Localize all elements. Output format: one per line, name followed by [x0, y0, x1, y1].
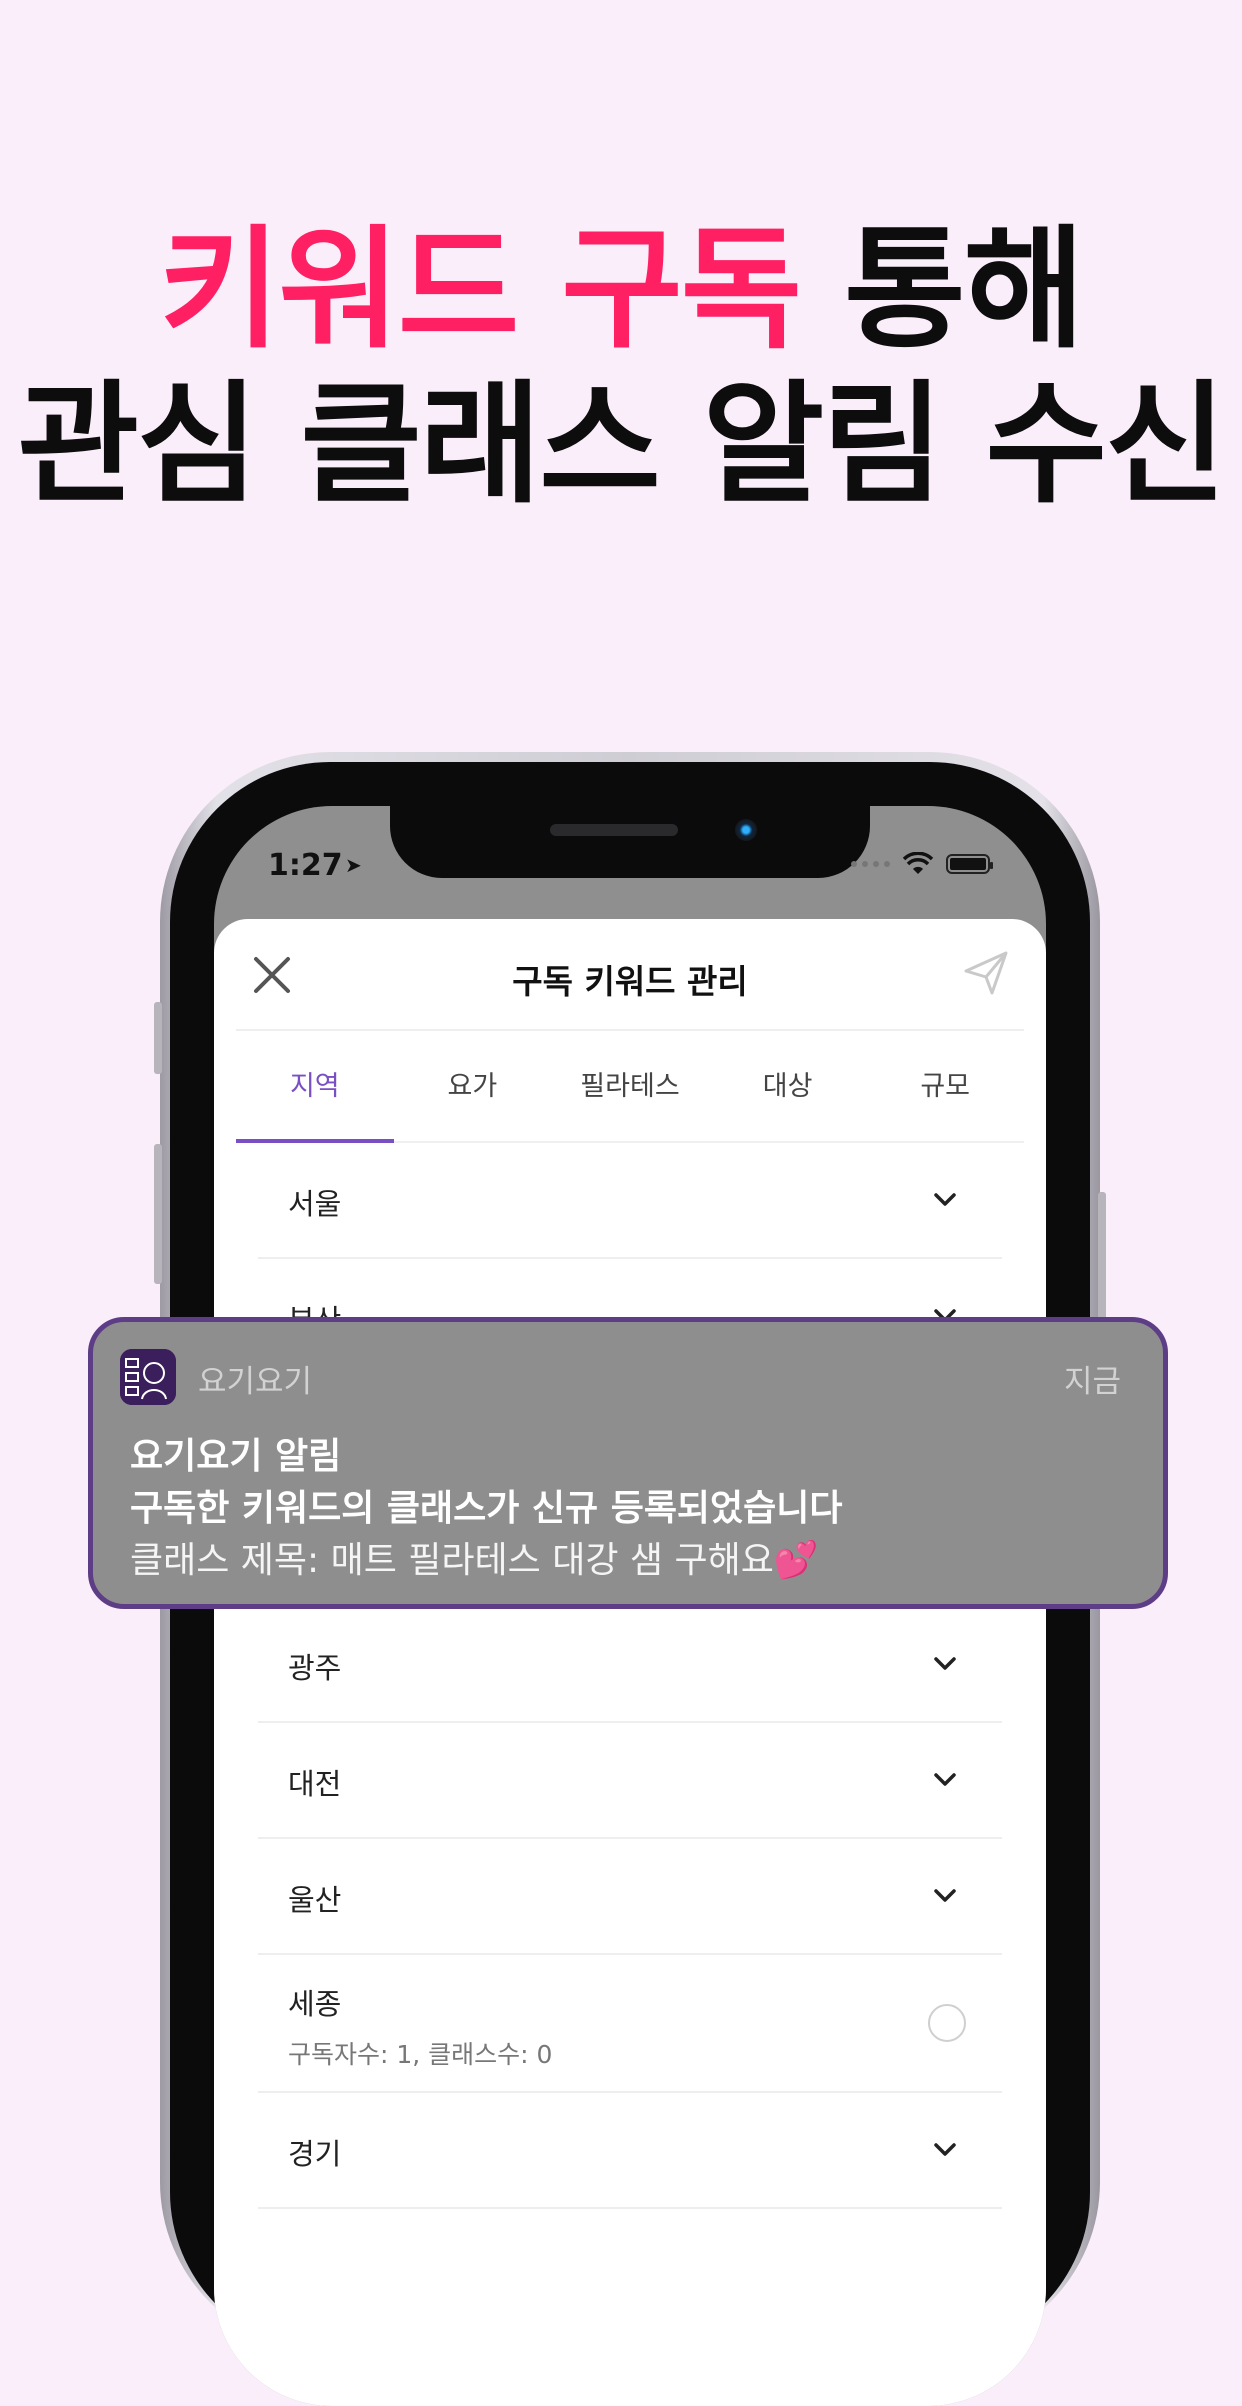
sheet-title: 구독 키워드 관리 [512, 962, 748, 1001]
region-label: 세종 [288, 1987, 342, 2021]
notification-body: 구독한 키워드의 클래스가 신규 등록되었습니다 [130, 1488, 843, 1529]
list-item[interactable]: 서울 [258, 1143, 1002, 1259]
sheet-header: 구독 키워드 관리 [214, 919, 1046, 1031]
list-item[interactable]: 경기 [258, 2093, 1002, 2209]
notification-class-title: 클래스 제목: 매트 필라테스 대강 샘 구해요💕 [130, 1540, 819, 1581]
chevron-down-icon [934, 1657, 956, 1670]
notification-title: 요기요기 알림 [130, 1436, 342, 1477]
tab-yoga[interactable]: 요가 [394, 1031, 552, 1141]
speaker [550, 824, 678, 836]
battery-icon [946, 854, 993, 874]
chevron-down-icon [934, 1193, 956, 1206]
headline-line1: 키워드 구독 통해 [0, 215, 1242, 365]
list-item[interactable]: 대전 [258, 1723, 1002, 1839]
region-label: 서울 [288, 1187, 342, 1221]
headline-line2: 관심 클래스 알림 수신 [17, 368, 1227, 522]
tab-region[interactable]: 지역 [236, 1031, 394, 1143]
region-label: 경기 [288, 2137, 342, 2171]
list-item[interactable]: 세종 구독자수: 1, 클래스수: 0 [258, 1955, 1002, 2093]
location-arrow-icon: ➤ [345, 853, 362, 877]
app-icon [120, 1349, 176, 1405]
list-item[interactable]: 광주 [258, 1607, 1002, 1723]
region-label: 대전 [288, 1767, 342, 1801]
region-label: 울산 [288, 1883, 342, 1917]
notch [390, 806, 870, 878]
side-button [154, 1002, 162, 1074]
wifi-icon [902, 852, 934, 874]
send-icon[interactable] [962, 949, 1010, 997]
keyword-sheet: 구독 키워드 관리 지역 요가 필라테스 대상 규모 서울 광주 대전 울산 세… [214, 919, 1046, 2406]
side-button [1098, 1192, 1106, 1332]
notification-time: 지금 [1063, 1364, 1121, 1400]
tab-target[interactable]: 대상 [709, 1031, 867, 1141]
push-notification[interactable]: 요기요기 지금 요기요기 알림 구독한 키워드의 클래스가 신규 등록되었습니다… [88, 1317, 1168, 1609]
status-time: 1:27 [268, 848, 343, 883]
tab-pilates[interactable]: 필라테스 [551, 1031, 709, 1141]
region-list: 서울 부산 대구 인천 광주 [258, 1143, 1002, 2209]
keyword-tabs: 지역 요가 필라테스 대상 규모 [236, 1031, 1024, 1143]
chevron-down-icon [934, 1773, 956, 1786]
region-stats: 구독자수: 1, 클래스수: 0 [288, 2040, 553, 2069]
camera [735, 819, 757, 841]
app-logo-icon [120, 1349, 176, 1405]
status-indicators [851, 852, 993, 876]
signal-icon [851, 861, 890, 867]
list-item[interactable]: 울산 [258, 1839, 1002, 1955]
select-radio[interactable] [928, 2004, 966, 2042]
side-button [154, 1144, 162, 1284]
region-label: 광주 [288, 1651, 342, 1685]
headline-accent: 키워드 구독 [158, 213, 802, 367]
notification-app-name: 요기요기 [198, 1364, 313, 1400]
headline-rest: 통해 [844, 213, 1085, 367]
chevron-down-icon [934, 1889, 956, 1902]
chevron-down-icon [934, 2143, 956, 2156]
tab-scale[interactable]: 규모 [866, 1031, 1024, 1141]
